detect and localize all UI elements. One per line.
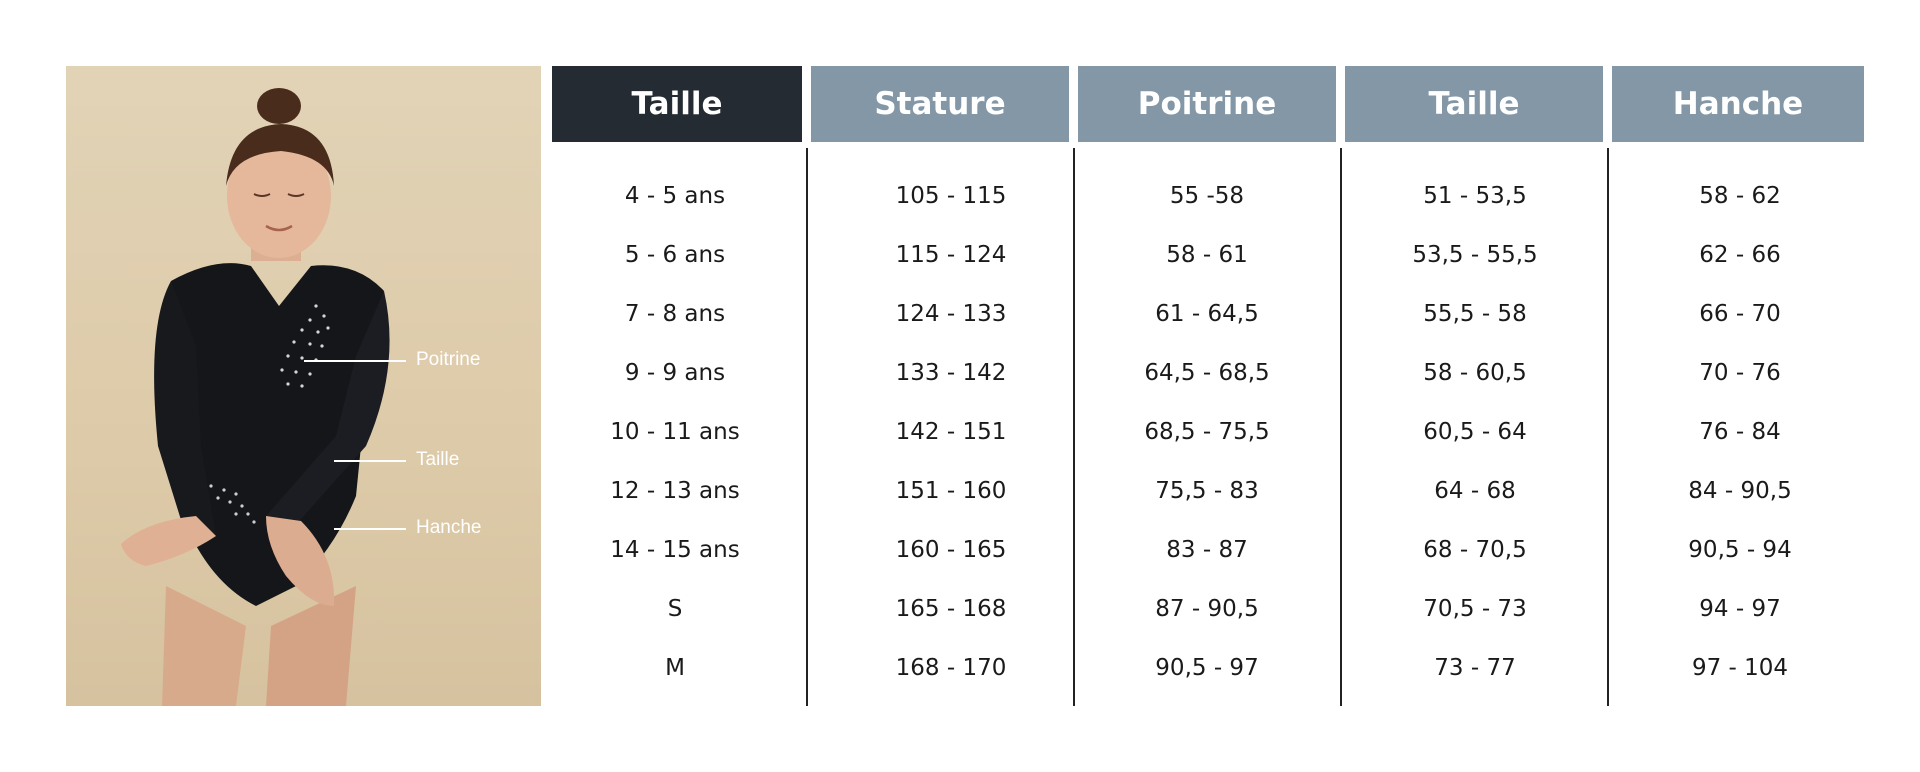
cell-taille-waist: 73 - 77 [1434,655,1516,681]
cell-taille-waist: 55,5 - 58 [1423,301,1527,327]
cell-stature: 133 - 142 [895,360,1007,386]
cell-poitrine: 55 -58 [1169,183,1245,209]
cell-taille-age: 12 - 13 ans [610,478,740,504]
cell-taille-waist: 68 - 70,5 [1423,537,1527,563]
cell-taille-waist: 58 - 60,5 [1423,360,1527,386]
cell-stature: 165 - 168 [895,596,1007,622]
cell-taille-age: 14 - 15 ans [610,537,740,563]
cell-poitrine: 87 - 90,5 [1155,596,1259,622]
cell-stature: 151 - 160 [895,478,1007,504]
cell-stature: 124 - 133 [895,301,1007,327]
callout-label-poitrine: Poitrine [416,349,481,370]
cell-taille-age: 5 - 6 ans [624,242,726,268]
cell-poitrine: 61 - 64,5 [1155,301,1259,327]
cell-poitrine: 83 - 87 [1166,537,1248,563]
column-divider [806,148,808,706]
cell-hanche: 97 - 104 [1691,655,1789,681]
cell-hanche: 66 - 70 [1699,301,1781,327]
cell-poitrine: 75,5 - 83 [1155,478,1259,504]
cell-taille-age: S [667,596,683,622]
cell-stature: 160 - 165 [895,537,1007,563]
cell-taille-waist: 53,5 - 55,5 [1412,242,1538,268]
cell-poitrine: 58 - 61 [1166,242,1248,268]
cell-taille-age: 10 - 11 ans [610,419,740,445]
cell-hanche: 58 - 62 [1699,183,1781,209]
cell-poitrine: 68,5 - 75,5 [1144,419,1270,445]
cell-hanche: 62 - 66 [1699,242,1781,268]
cell-hanche: 84 - 90,5 [1688,478,1792,504]
cell-stature: 105 - 115 [895,183,1007,209]
header-poitrine: Poitrine [1078,66,1336,142]
cell-poitrine: 64,5 - 68,5 [1144,360,1270,386]
cell-taille-age: 4 - 5 ans [624,183,726,209]
header-taille-age: Taille [552,66,802,142]
cell-stature: 142 - 151 [895,419,1007,445]
header-hanche: Hanche [1612,66,1864,142]
cell-taille-waist: 51 - 53,5 [1423,183,1527,209]
callout-label-hanche: Hanche [416,517,482,538]
callout-label-taille: Taille [416,449,460,470]
cell-poitrine: 90,5 - 97 [1155,655,1259,681]
cell-taille-age: M [665,655,685,681]
column-divider [1607,148,1609,706]
cell-stature: 168 - 170 [895,655,1007,681]
cell-taille-waist: 60,5 - 64 [1423,419,1527,445]
column-divider [1340,148,1342,706]
column-divider [1073,148,1075,706]
cell-hanche: 76 - 84 [1699,419,1781,445]
girl-in-black-leotard-photo [121,88,406,706]
header-taille-waist: Taille [1345,66,1603,142]
cell-hanche: 90,5 - 94 [1688,537,1792,563]
cell-hanche: 94 - 97 [1699,596,1781,622]
cell-taille-waist: 64 - 68 [1434,478,1516,504]
cell-taille-waist: 70,5 - 73 [1423,596,1527,622]
model-photo: Poitrine Taille Hanche [66,66,541,706]
cell-stature: 115 - 124 [895,242,1007,268]
cell-hanche: 70 - 76 [1699,360,1781,386]
cell-taille-age: 9 - 9 ans [624,360,726,386]
header-stature: Stature [811,66,1069,142]
cell-taille-age: 7 - 8 ans [624,301,726,327]
